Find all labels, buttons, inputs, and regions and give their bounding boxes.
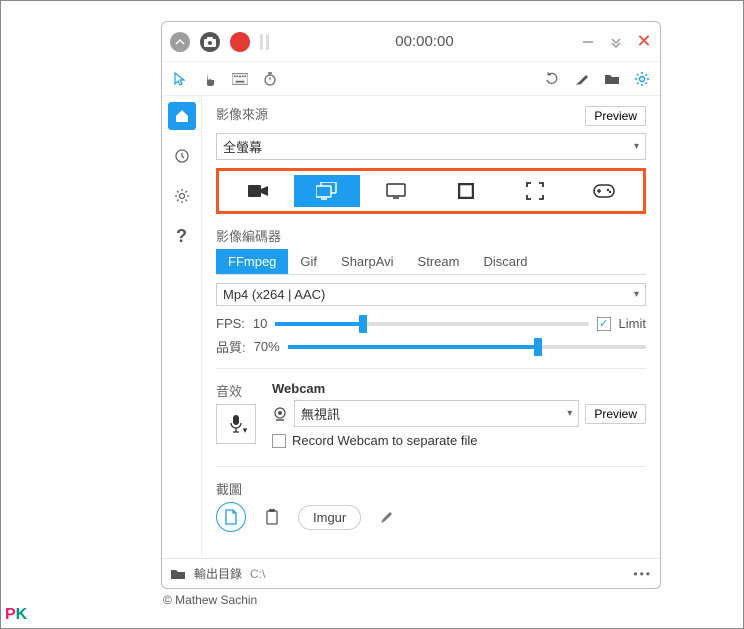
chevron-down-icon: ▾	[634, 141, 639, 152]
quality-value: 70%	[254, 339, 280, 354]
screenshot-edit-button[interactable]	[373, 503, 401, 531]
audio-mic-button[interactable]: ▾	[216, 404, 256, 444]
record-button[interactable]	[230, 32, 250, 52]
capture-mode-row	[216, 168, 646, 214]
brush-icon[interactable]	[574, 71, 590, 87]
titlebar: 00:00:00 ✕	[162, 22, 660, 62]
limit-checkbox[interactable]	[597, 317, 611, 331]
more-button[interactable]: •••	[633, 567, 652, 581]
nav-help[interactable]: ?	[168, 222, 196, 250]
quality-label: 品質:	[216, 337, 246, 356]
source-select[interactable]: 全螢幕 ▾	[216, 133, 646, 160]
webcam-separate-checkbox[interactable]	[272, 434, 286, 448]
tab-stream[interactable]: Stream	[406, 249, 472, 274]
nav-settings[interactable]	[168, 182, 196, 210]
close-button[interactable]: ✕	[636, 34, 652, 50]
mode-screens[interactable]	[294, 175, 359, 207]
chevron-down-icon: ▾	[567, 408, 572, 419]
tab-ffmpeg[interactable]: FFmpeg	[216, 249, 288, 274]
app-window: 00:00:00 ✕ ?	[161, 21, 661, 589]
mode-window[interactable]	[433, 175, 498, 207]
pause-button	[260, 34, 269, 50]
stopwatch-icon[interactable]	[262, 71, 278, 87]
screenshot-imgur-button[interactable]: Imgur	[298, 505, 361, 530]
divider	[216, 466, 646, 467]
chevron-down-icon: ▾	[634, 289, 639, 300]
quality-row: 品質: 70%	[216, 337, 646, 356]
pk-logo: PK	[5, 606, 27, 624]
cursor-icon[interactable]	[172, 71, 188, 87]
source-label: 影像來源	[216, 104, 268, 123]
screenshot-button[interactable]	[200, 32, 220, 52]
tool-toolbar	[162, 62, 660, 96]
output-path[interactable]: C:\	[250, 567, 625, 581]
mode-region[interactable]	[502, 175, 567, 207]
folder-icon[interactable]	[170, 566, 186, 582]
tab-discard[interactable]: Discard	[471, 249, 539, 274]
screenshot-label: 截圖	[216, 479, 646, 498]
mode-game[interactable]	[572, 175, 637, 207]
collapse-up-button[interactable]	[170, 32, 190, 52]
webcam-separate-label: Record Webcam to separate file	[292, 433, 477, 448]
footer: 輸出目錄 C:\ •••	[162, 558, 660, 588]
chevron-down-icon: ▾	[243, 425, 248, 436]
settings-gear-icon[interactable]	[634, 71, 650, 87]
minimize-button[interactable]	[580, 34, 596, 50]
quality-slider[interactable]	[288, 345, 646, 349]
screenshot-clipboard-button[interactable]	[258, 503, 286, 531]
output-label: 輸出目錄	[194, 565, 242, 582]
refresh-icon[interactable]	[544, 71, 560, 87]
webcam-label: Webcam	[272, 381, 646, 396]
fps-row: FPS: 10 Limit	[216, 316, 646, 331]
mode-camera[interactable]	[225, 175, 290, 207]
audio-label: 音效	[216, 381, 256, 400]
fps-value: 10	[253, 316, 267, 331]
tab-gif[interactable]: Gif	[288, 249, 329, 274]
keyboard-icon[interactable]	[232, 71, 248, 87]
encoder-tabs: FFmpeg Gif SharpAvi Stream Discard	[216, 249, 646, 275]
mode-screen[interactable]	[364, 175, 429, 207]
folder-icon[interactable]	[604, 71, 620, 87]
tab-sharpavi[interactable]: SharpAvi	[329, 249, 406, 274]
nav-history[interactable]	[168, 142, 196, 170]
divider	[216, 368, 646, 369]
webcam-icon	[272, 406, 288, 422]
webcam-preview-button[interactable]: Preview	[585, 404, 646, 424]
source-preview-button[interactable]: Preview	[585, 106, 646, 126]
screenshot-file-button[interactable]	[216, 502, 246, 532]
click-icon[interactable]	[202, 71, 218, 87]
codec-select[interactable]: Mp4 (x264 | AAC) ▾	[216, 283, 646, 306]
source-value: 全螢幕	[223, 137, 262, 156]
limit-label: Limit	[619, 316, 646, 331]
encoder-label: 影像編碼器	[216, 226, 646, 245]
webcam-select[interactable]: 無視訊 ▾	[294, 400, 579, 427]
fps-label: FPS:	[216, 316, 245, 331]
main-content: 影像來源 Preview 全螢幕 ▾ 影像編碼器	[202, 96, 660, 558]
nav-home[interactable]	[168, 102, 196, 130]
copyright-text: © Mathew Sachin	[163, 593, 257, 607]
fps-slider[interactable]	[275, 322, 588, 326]
side-nav: ?	[162, 96, 202, 558]
codec-value: Mp4 (x264 | AAC)	[223, 287, 325, 302]
timer-display: 00:00:00	[269, 33, 580, 50]
expand-down-button[interactable]	[608, 34, 624, 50]
webcam-value: 無視訊	[301, 404, 340, 423]
